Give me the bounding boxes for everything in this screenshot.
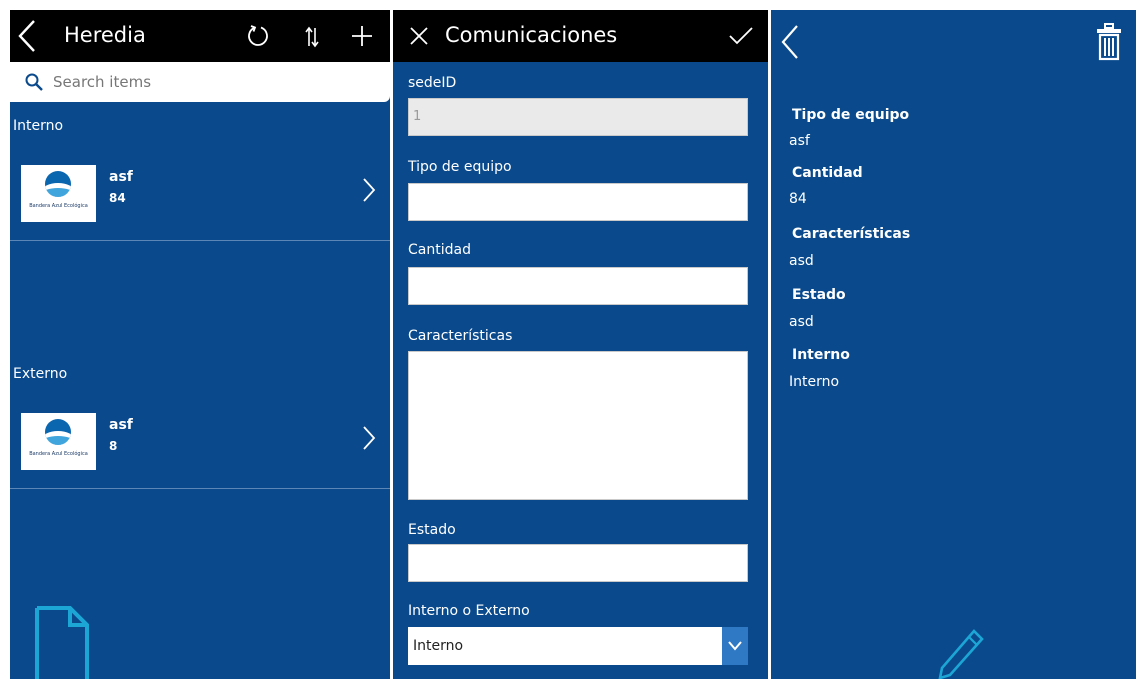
- search-bar[interactable]: Search items: [10, 62, 390, 102]
- back-chevron-icon[interactable]: [779, 24, 801, 60]
- sedeid-field: 1: [408, 98, 748, 136]
- list-divider: [10, 488, 390, 489]
- edit-form-screen: Comunicaciones sedeID 1 Tipo de equipo C…: [393, 10, 768, 679]
- refresh-icon[interactable]: [246, 24, 270, 48]
- detail-value-tipo-equipo: asf: [789, 133, 810, 149]
- interno-externo-dropdown[interactable]: Interno: [408, 627, 748, 665]
- list-item[interactable]: Bandera Azul Ecológica asf 84: [10, 140, 390, 238]
- detail-label-interno: Interno: [792, 347, 850, 363]
- search-input[interactable]: Search items: [53, 72, 151, 92]
- detail-screen: Tipo de equipo asf Cantidad 84 Caracterí…: [771, 10, 1136, 679]
- field-label-tipo-equipo: Tipo de equipo: [408, 159, 512, 175]
- field-label-sedeid: sedeID: [408, 75, 457, 91]
- chevron-right-icon[interactable]: [362, 177, 376, 203]
- group-label-interno: Interno: [13, 118, 64, 134]
- caracteristicas-textarea[interactable]: [408, 351, 748, 500]
- close-icon[interactable]: [410, 27, 428, 45]
- add-icon[interactable]: [351, 25, 373, 47]
- list-header: Heredia: [10, 10, 390, 62]
- sedeid-value: 1: [413, 109, 422, 124]
- list-title: Heredia: [64, 23, 146, 47]
- trash-icon[interactable]: [1096, 23, 1122, 61]
- sort-icon[interactable]: [304, 25, 320, 49]
- item-subtitle: 8: [109, 439, 118, 453]
- form-title: Comunicaciones: [445, 23, 618, 47]
- item-title: asf: [109, 169, 133, 185]
- chevron-right-icon[interactable]: [362, 425, 376, 451]
- detail-value-caracteristicas: asd: [789, 253, 814, 269]
- detail-value-cantidad: 84: [789, 191, 807, 207]
- estado-field[interactable]: [408, 544, 748, 582]
- detail-label-estado: Estado: [792, 287, 846, 303]
- item-title: asf: [109, 417, 133, 433]
- dropdown-button[interactable]: [722, 627, 748, 665]
- list-screen: Heredia Search items Interno Bandera Azu…: [10, 10, 390, 679]
- detail-label-tipo-equipo: Tipo de equipo: [792, 107, 910, 123]
- item-logo-image: Bandera Azul Ecológica: [21, 165, 96, 222]
- search-icon: [25, 73, 43, 91]
- field-label-caracteristicas: Características: [408, 328, 513, 344]
- field-label-cantidad: Cantidad: [408, 242, 471, 258]
- detail-value-estado: asd: [789, 314, 814, 330]
- cantidad-field[interactable]: [408, 267, 748, 305]
- back-chevron-icon[interactable]: [16, 19, 38, 53]
- item-logo-image: Bandera Azul Ecológica: [21, 413, 96, 470]
- item-subtitle: 84: [109, 191, 126, 205]
- form-header: Comunicaciones: [393, 10, 768, 62]
- tipo-equipo-field[interactable]: [408, 183, 748, 221]
- list-divider: [10, 240, 390, 241]
- detail-label-cantidad: Cantidad: [792, 165, 863, 181]
- detail-label-caracteristicas: Características: [792, 226, 911, 242]
- field-label-interno-externo: Interno o Externo: [408, 603, 530, 619]
- logo-caption: Bandera Azul Ecológica: [29, 203, 88, 209]
- pencil-icon[interactable]: [936, 627, 986, 679]
- list-item[interactable]: Bandera Azul Ecológica asf 8: [10, 388, 390, 486]
- field-label-estado: Estado: [408, 522, 456, 538]
- detail-value-interno: Interno: [789, 374, 840, 390]
- dropdown-selected-value: Interno: [413, 638, 464, 654]
- checkmark-icon[interactable]: [729, 27, 753, 45]
- group-label-externo: Externo: [13, 366, 68, 382]
- chevron-down-icon: [728, 641, 742, 651]
- document-icon[interactable]: [34, 605, 90, 679]
- logo-caption: Bandera Azul Ecológica: [29, 451, 88, 457]
